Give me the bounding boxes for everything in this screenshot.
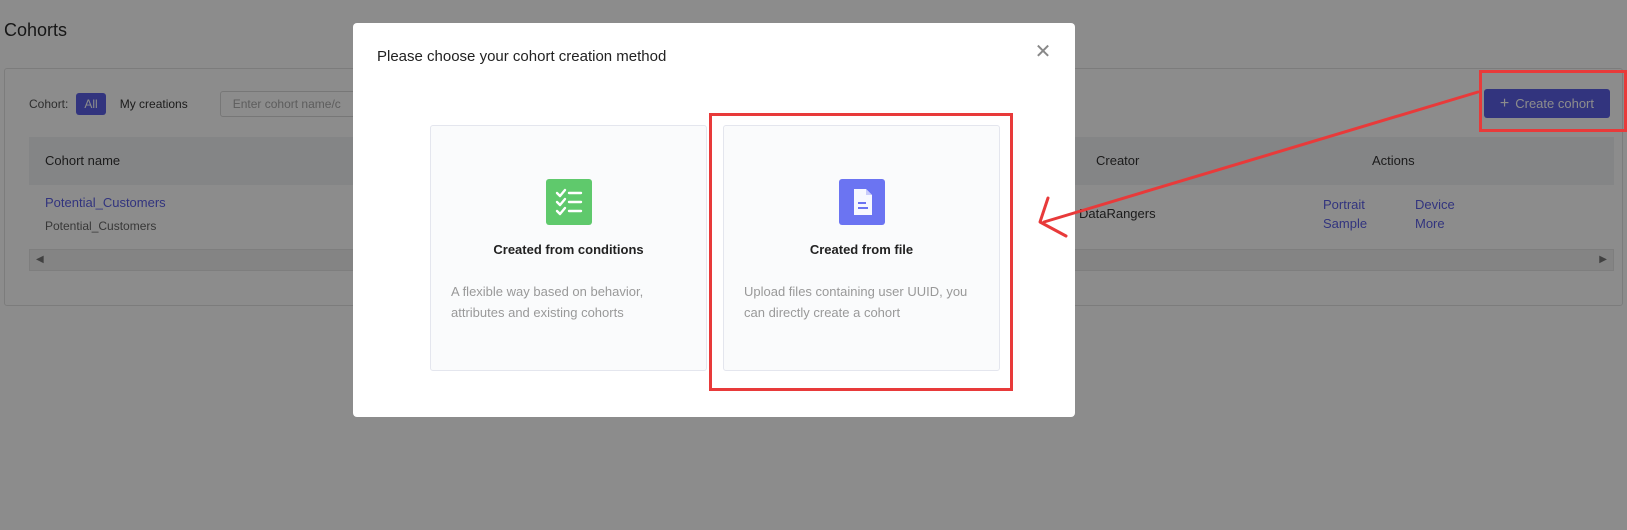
annotation-arrow xyxy=(1038,90,1480,238)
